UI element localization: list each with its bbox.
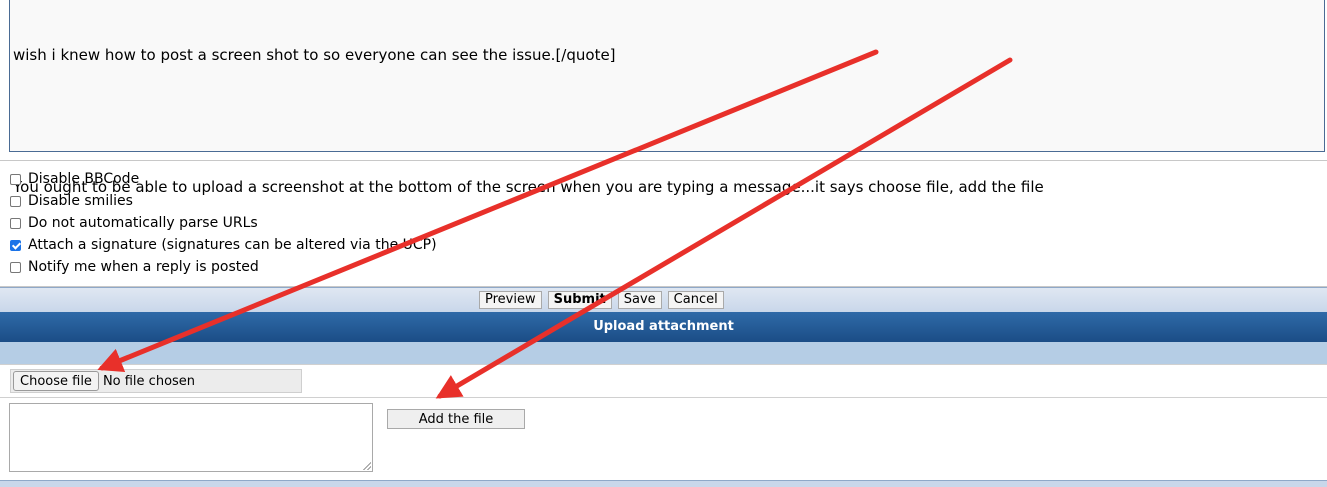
checkbox-disable-bbcode[interactable] (10, 173, 21, 185)
option-disable-smilies[interactable]: Disable smilies (10, 190, 437, 212)
message-line-quote: wish i knew how to post a screen shot to… (13, 46, 616, 64)
divider (0, 397, 1327, 398)
choose-file-button[interactable]: Choose file (13, 371, 99, 391)
checkbox-no-parse-urls[interactable] (10, 217, 21, 229)
option-label: Attach a signature (signatures can be al… (28, 237, 437, 253)
resize-handle-icon[interactable] (363, 462, 371, 470)
save-button[interactable]: Save (617, 291, 662, 309)
option-attach-signature[interactable]: Attach a signature (signatures can be al… (10, 234, 437, 256)
preview-button[interactable]: Preview (479, 291, 542, 309)
option-label: Do not automatically parse URLs (28, 215, 258, 231)
post-options: Disable BBCode Disable smilies Do not au… (10, 168, 437, 278)
file-comment-textarea[interactable] (9, 403, 373, 472)
option-no-parse-urls[interactable]: Do not automatically parse URLs (10, 212, 437, 234)
divider (0, 364, 1327, 365)
submit-button-bar: Preview Submit Save Cancel (0, 287, 1327, 312)
option-disable-bbcode[interactable]: Disable BBCode (10, 168, 437, 190)
add-file-button[interactable]: Add the file (387, 409, 525, 429)
cancel-button[interactable]: Cancel (667, 291, 724, 309)
checkbox-attach-signature[interactable] (10, 239, 21, 251)
file-input[interactable]: Choose file No file chosen (10, 369, 302, 393)
checkbox-notify-reply[interactable] (10, 261, 21, 273)
message-textarea[interactable]: wish i knew how to post a screen shot to… (9, 0, 1325, 196)
option-label: Disable BBCode (28, 171, 140, 187)
submit-button[interactable]: Submit (547, 291, 612, 309)
option-label: Notify me when a reply is posted (28, 259, 259, 275)
upload-sub-bar (0, 342, 1327, 364)
message-area: wish i knew how to post a screen shot to… (0, 0, 1327, 196)
option-notify-reply[interactable]: Notify me when a reply is posted (10, 256, 437, 278)
file-status-text: No file chosen (102, 373, 196, 389)
option-label: Disable smilies (28, 193, 133, 209)
checkbox-disable-smilies[interactable] (10, 195, 21, 207)
upload-attachment-header: Upload attachment (0, 312, 1327, 342)
